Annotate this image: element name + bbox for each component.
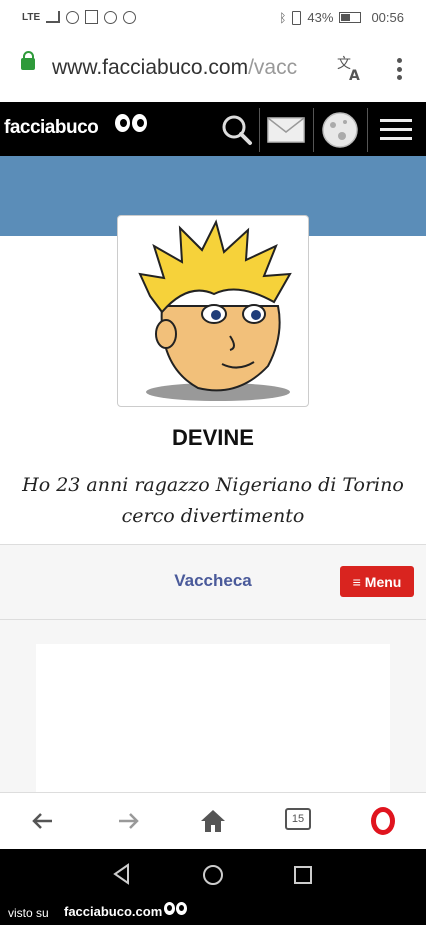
status-right-icons: ᛒ 43% 00:56 xyxy=(279,10,404,25)
url-field[interactable]: www.facciabuco.com/vacc xyxy=(52,56,324,80)
profile-bio: Ho 23 anni ragazzo Nigeriano di Torino c… xyxy=(22,474,404,527)
nfc-icon xyxy=(85,10,99,24)
status-left-icons: LTE xyxy=(22,10,137,24)
watermark-eyes-icon xyxy=(164,902,187,915)
system-back-icon[interactable] xyxy=(112,863,132,885)
menu-lines-icon: ≡ xyxy=(352,573,361,590)
tab-count: 15 xyxy=(291,813,305,825)
mail-icon[interactable] xyxy=(266,110,306,150)
opera-icon[interactable] xyxy=(371,807,395,835)
eye-icon xyxy=(66,10,80,24)
whatsapp-icon xyxy=(123,10,137,24)
clock: 00:56 xyxy=(371,10,404,25)
logo-eyes-icon xyxy=(115,114,147,132)
vaccheca-link[interactable]: Vaccheca xyxy=(150,571,276,591)
network-label: LTE xyxy=(22,11,41,23)
home-icon[interactable] xyxy=(198,806,228,836)
bluetooth-icon: ᛒ xyxy=(279,10,287,25)
battery-percent: 43% xyxy=(307,10,334,25)
battery-icon xyxy=(339,12,362,23)
site-logo[interactable]: facciabuco xyxy=(4,117,99,139)
translate-icon[interactable]: 文 A xyxy=(336,54,364,82)
url-path: /vacc xyxy=(248,56,298,79)
watermark-logo: facciabuco.com xyxy=(64,904,163,919)
url-host: www.facciabuco.com xyxy=(52,56,249,79)
signal-icon xyxy=(46,11,61,23)
header-divider xyxy=(259,108,260,152)
header-divider xyxy=(367,108,368,152)
tabs-counter-icon[interactable]: 15 xyxy=(285,808,311,830)
profile-name: DEVINE xyxy=(172,425,254,450)
system-recents-icon[interactable] xyxy=(293,865,313,885)
search-icon[interactable] xyxy=(218,110,258,150)
lock-icon[interactable] xyxy=(21,51,35,70)
svg-text:A: A xyxy=(349,68,360,82)
watermark-prefix: visto su xyxy=(8,906,49,920)
menu-button-label: Menu xyxy=(364,573,402,590)
back-arrow-icon[interactable] xyxy=(28,806,58,836)
profile-globe-icon[interactable] xyxy=(320,110,360,150)
vibrate-icon xyxy=(292,10,302,25)
menu-button[interactable]: ≡ Menu xyxy=(340,566,414,597)
more-options-icon[interactable] xyxy=(396,58,402,80)
avatar[interactable] xyxy=(117,215,309,407)
system-home-icon[interactable] xyxy=(202,864,224,886)
forward-arrow-icon[interactable] xyxy=(113,806,143,836)
status-bar: LTE ᛒ 43% 00:56 xyxy=(0,0,426,36)
content-card xyxy=(36,644,390,792)
alarm-icon xyxy=(104,10,118,24)
header-divider xyxy=(313,108,314,152)
hamburger-menu-icon[interactable] xyxy=(376,110,416,150)
cartoon-avatar-image xyxy=(138,219,292,401)
